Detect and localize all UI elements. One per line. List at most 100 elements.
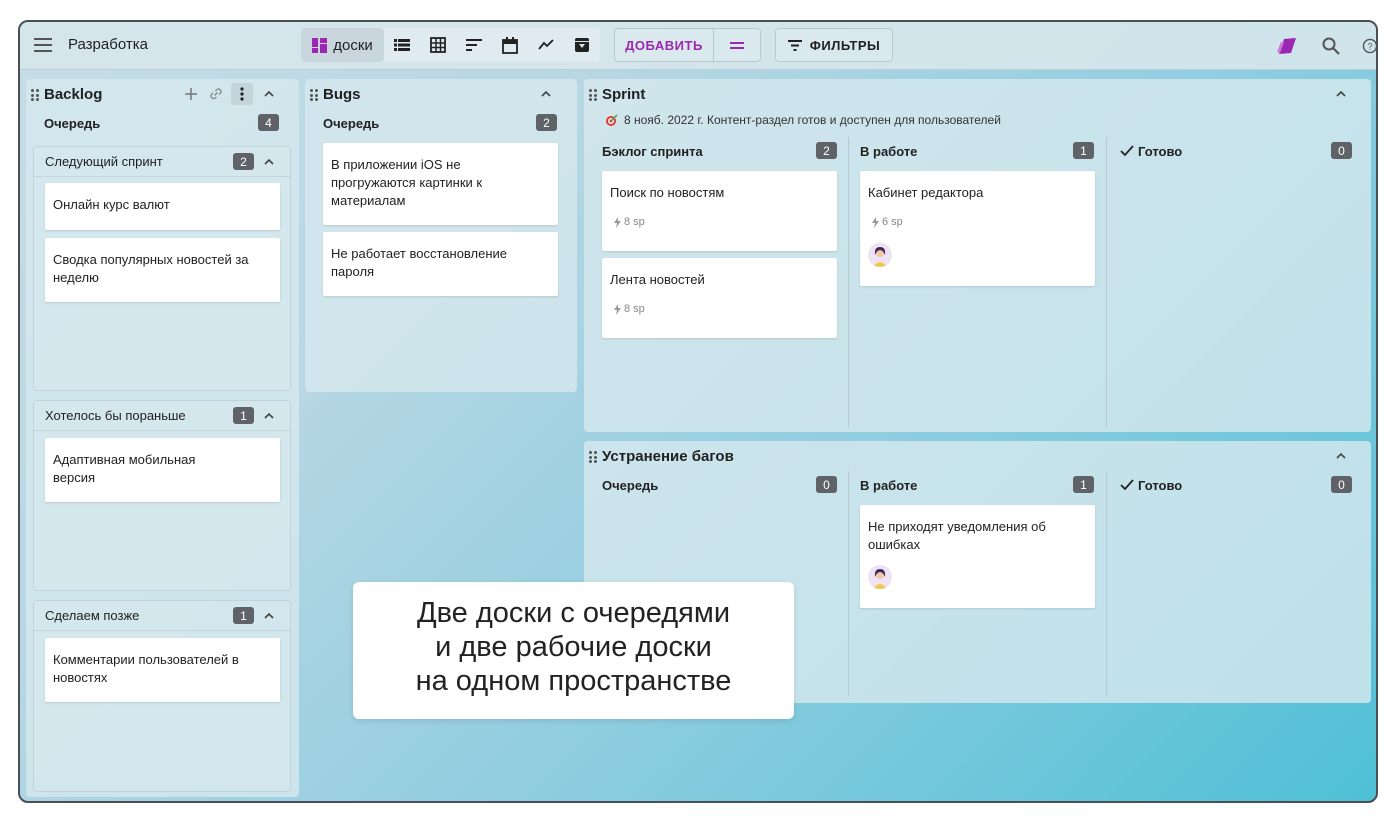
drag-handle-icon[interactable] [589,89,597,101]
bugs-queue-label: Очередь [323,116,380,131]
column-count: 2 [816,142,837,159]
task-card[interactable]: Кабинет редактора 6 sp [860,171,1095,286]
chart-icon [538,39,554,50]
sprint-goal-text: 8 нояб. 2022 г. Контент-раздел готов и д… [624,113,1001,127]
column-divider [848,471,849,696]
collapse-icon[interactable] [262,409,276,423]
lightning-icon [614,216,621,228]
task-card[interactable]: Комментарии пользователей в новостях [45,638,280,702]
group-header[interactable]: Хотелось бы пораньше 1 [34,401,290,431]
column-divider [848,137,849,427]
collapse-icon[interactable] [262,609,276,623]
card-title: В приложении iOS не прогружаются картинк… [331,157,483,208]
add-menu-icon[interactable] [714,29,760,61]
group-title: Хотелось бы пораньше [45,408,186,423]
view-table-button[interactable] [420,28,456,62]
caption-line: на одном пространстве [415,665,732,697]
card-title: Кабинет редактора [868,185,984,200]
top-bar: Разработка доски ДОБАВИТЬ ФИЛЬТРЫ ? [20,22,1376,70]
drag-handle-icon[interactable] [31,89,39,101]
backlog-group: Следующий спринт 2 Онлайн курс валют Сво… [33,146,291,391]
card-title: Не работает восстановление пароля [331,246,508,279]
group-header[interactable]: Сделаем позже 1 [34,601,290,631]
sprint-board: Sprint Бэклог спринта 2 В работе 1 Готов… [584,79,1371,432]
collapse-icon[interactable] [539,87,553,101]
search-icon[interactable] [1319,34,1343,58]
group-count: 1 [233,407,254,424]
more-options-button[interactable] [231,83,253,105]
table-icon [430,37,446,53]
collapse-icon[interactable] [262,87,276,101]
view-boards-button[interactable]: доски [301,28,384,62]
column-title: Готово [1138,144,1183,159]
sprint-title: Sprint [602,86,646,103]
column-count: 0 [816,476,837,493]
collapse-icon[interactable] [1334,449,1348,463]
task-card[interactable]: Не приходят уведомления об ошибках [860,505,1095,608]
view-archive-button[interactable] [564,28,600,62]
story-points: 6 sp [872,213,903,231]
brand-logo-icon[interactable] [1275,34,1299,58]
sprint-goal: 8 нояб. 2022 г. Контент-раздел готов и д… [605,113,1001,127]
view-chart-button[interactable] [528,28,564,62]
view-sort-button[interactable] [456,28,492,62]
card-title: Сводка популярных новостей за неделю [53,252,249,285]
check-icon [1120,145,1134,157]
avatar[interactable] [868,565,892,589]
caption-line: Две доски с очередями [416,597,731,629]
drag-handle-icon[interactable] [310,89,318,101]
task-card[interactable]: Поиск по новостям 8 sp [602,171,837,251]
bugs-column: Bugs Очередь 2 В приложении iOS не прогр… [305,79,577,392]
avatar[interactable] [868,243,892,267]
filter-icon [787,39,802,51]
collapse-icon[interactable] [1334,87,1348,101]
column-title: Очередь [602,478,659,493]
column-divider [1106,471,1107,696]
story-points-value: 8 sp [624,303,645,315]
boards-icon [312,37,328,53]
add-icon[interactable] [184,87,198,101]
help-icon[interactable]: ? [1362,34,1376,58]
target-icon [606,113,618,126]
task-card[interactable]: Адаптивная мобильная версия [45,438,280,502]
column-count: 1 [1073,476,1094,493]
column-title: В работе [860,144,918,159]
collapse-icon[interactable] [262,155,276,169]
menu-icon[interactable] [30,32,56,58]
backlog-column: Backlog Очередь 4 Следующий спринт 2 Онл… [26,79,299,797]
view-boards-label: доски [333,36,373,54]
group-header[interactable]: Следующий спринт 2 [34,147,290,177]
workspace-title: Разработка [68,36,148,53]
column-count: 0 [1331,142,1352,159]
task-card[interactable]: Лента новостей 8 sp [602,258,837,338]
link-icon[interactable] [209,87,223,101]
backlog-queue-label: Очередь [44,116,101,131]
caption-overlay: Две доски с очередями и две рабочие доск… [353,582,794,719]
story-points: 8 sp [614,213,645,231]
backlog-group: Хотелось бы пораньше 1 Адаптивная мобиль… [33,400,291,591]
task-card[interactable]: Не работает восстановление пароля [323,232,558,296]
card-title: Поиск по новостям [610,185,725,200]
list-icon [394,39,410,51]
lightning-icon [614,303,621,315]
filters-button[interactable]: ФИЛЬТРЫ [775,28,893,62]
story-points-value: 6 sp [882,216,903,228]
view-list-button[interactable] [384,28,420,62]
archive-icon [575,38,589,52]
task-card[interactable]: В приложении iOS не прогружаются картинк… [323,143,558,225]
card-title: Комментарии пользователей в новостях [53,652,239,685]
add-button[interactable]: ДОБАВИТЬ [615,29,714,61]
card-title: Лента новостей [610,272,705,287]
backlog-queue-count: 4 [258,114,279,131]
backlog-title: Backlog [44,86,103,103]
bugs-title: Bugs [323,86,361,103]
view-calendar-button[interactable] [492,28,528,62]
svg-text:?: ? [1368,41,1373,51]
column-title: Бэклог спринта [602,144,703,159]
task-card[interactable]: Онлайн курс валют [45,183,280,230]
drag-handle-icon[interactable] [589,451,597,463]
bugfix-title: Устранение багов [602,448,734,465]
column-title: В работе [860,478,918,493]
task-card[interactable]: Сводка популярных новостей за неделю [45,238,280,302]
card-title: Не приходят уведомления об ошибках [868,519,1046,552]
